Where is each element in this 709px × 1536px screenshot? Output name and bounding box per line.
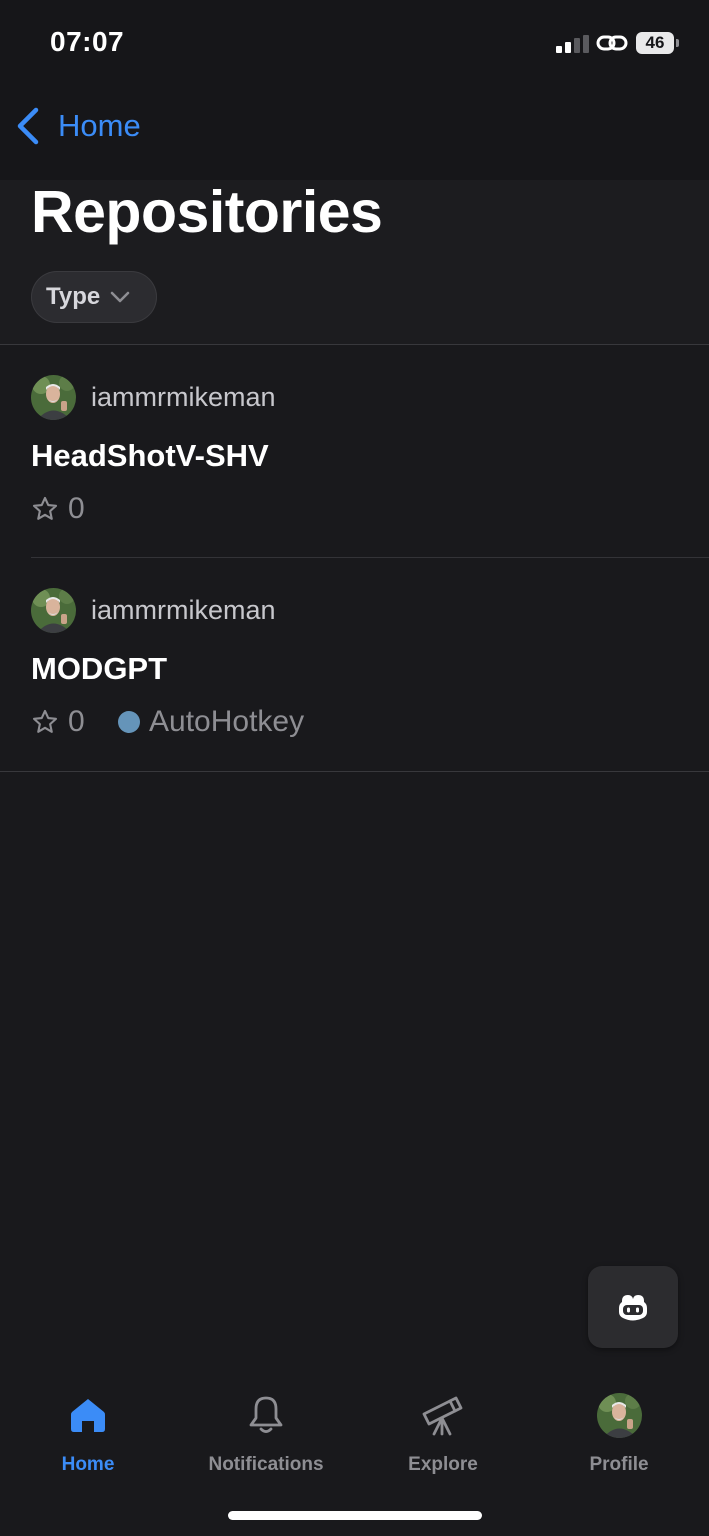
tab-label: Profile (589, 1454, 649, 1475)
repository-row[interactable]: iammrmikeman MODGPT 0 AutoHotkey (0, 558, 709, 770)
tab-label: Home (61, 1454, 115, 1475)
personal-hotspot-link-icon (596, 35, 628, 51)
tab-notifications[interactable]: Notifications (186, 1390, 346, 1476)
copilot-button[interactable] (588, 1266, 678, 1348)
tab-label: Notifications (208, 1454, 324, 1475)
tab-home[interactable]: Home (8, 1390, 168, 1476)
owner-avatar (31, 588, 76, 633)
copilot-icon (619, 1295, 647, 1321)
star-count: 0 (68, 492, 85, 525)
back-label: Home (58, 108, 141, 143)
owner-name: iammrmikeman (91, 382, 276, 412)
repository-name: HeadShotV-SHV (31, 438, 269, 473)
chevron-left-icon (17, 107, 39, 145)
language-color-dot (118, 711, 140, 733)
bell-icon (249, 1396, 283, 1433)
divider (0, 771, 709, 772)
telescope-icon (422, 1396, 463, 1436)
tab-label: Explore (408, 1454, 478, 1475)
star-count: 0 (68, 705, 85, 738)
battery-indicator: 46 (636, 32, 679, 54)
type-filter-button[interactable]: Type (31, 271, 157, 323)
language-label: AutoHotkey (149, 705, 305, 738)
home-icon (71, 1399, 105, 1432)
status-time: 07:07 (50, 26, 125, 57)
avatar (596, 1392, 642, 1438)
type-filter-label: Type (46, 283, 101, 310)
star-icon (32, 496, 58, 520)
owner-name: iammrmikeman (91, 595, 276, 625)
page-title: Repositories (31, 179, 383, 245)
repository-name: MODGPT (31, 651, 168, 686)
owner-avatar (31, 375, 76, 420)
tab-explore[interactable]: Explore (363, 1390, 523, 1476)
cellular-signal-icon (556, 35, 590, 53)
chevron-down-icon (110, 291, 130, 303)
repository-row[interactable]: iammrmikeman HeadShotV-SHV 0 (0, 345, 709, 557)
battery-level: 46 (645, 33, 665, 52)
home-indicator (228, 1511, 482, 1520)
tab-profile[interactable]: Profile (539, 1390, 699, 1476)
back-button[interactable]: Home (14, 104, 141, 148)
star-icon (32, 709, 58, 733)
